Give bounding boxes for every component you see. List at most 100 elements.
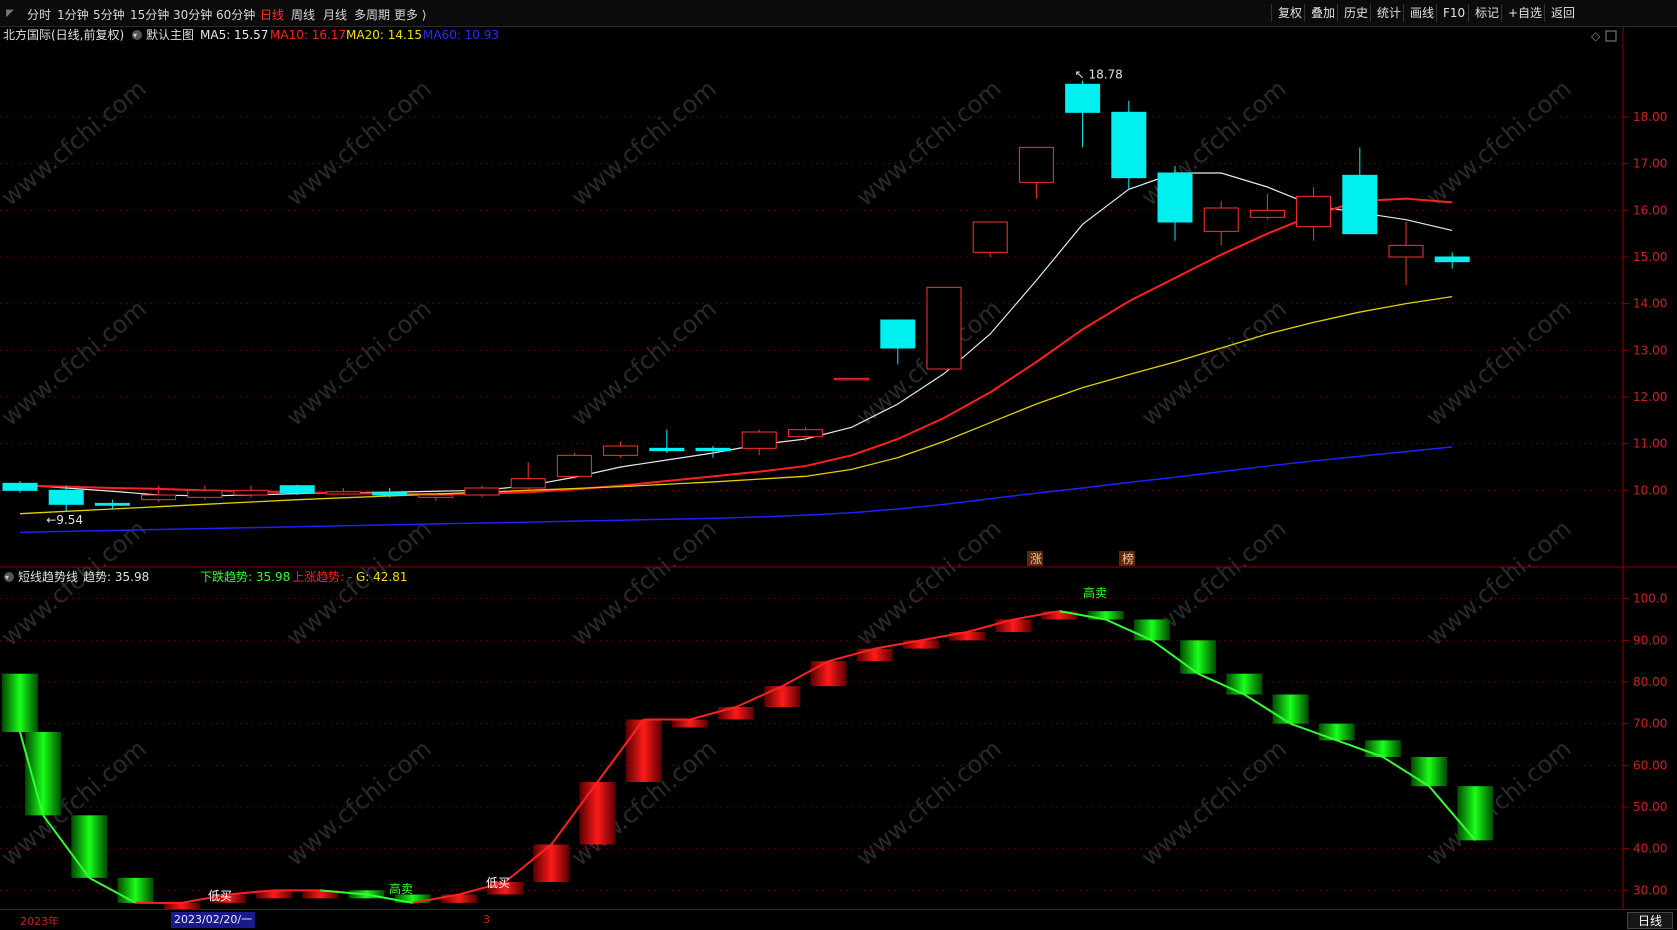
candle[interactable] xyxy=(48,485,84,512)
period-monthly[interactable]: 月线 xyxy=(323,6,347,23)
candle[interactable] xyxy=(325,488,361,495)
candle[interactable] xyxy=(834,377,870,381)
candle-body xyxy=(972,221,1008,253)
candle[interactable] xyxy=(1342,147,1378,235)
history-button[interactable]: 历史 xyxy=(1337,4,1368,22)
template-label: 默认主图 xyxy=(146,27,194,42)
period-5min[interactable]: 5分钟 xyxy=(93,6,125,23)
candle-body xyxy=(1342,174,1378,235)
candle[interactable] xyxy=(94,499,130,509)
indicator-bar-up xyxy=(949,632,986,641)
candle[interactable] xyxy=(1065,80,1101,148)
indicator-bar-up xyxy=(902,640,939,649)
indicator-bar-down xyxy=(71,815,108,878)
candle[interactable] xyxy=(1203,201,1239,246)
price-axis: 18.00 17.00 16.00 15.00 14.00 13.00 12.00 11.00… xyxy=(1623,110,1667,497)
candle[interactable] xyxy=(880,319,916,365)
candle-body xyxy=(325,491,361,495)
statistics-button[interactable]: 统计 xyxy=(1370,4,1401,22)
indicator-bar-up xyxy=(671,719,708,728)
top-toolbar: ◤ 分时 1分钟 5分钟 15分钟 30分钟 60分钟 日线 周线 月线 多周期… xyxy=(0,0,1677,27)
candle-body xyxy=(418,494,454,498)
cursor-date: 2023/02/20/一 xyxy=(171,912,256,928)
sub-panel[interactable]: 100.0 90.00 80.00 70.00 60.00 50.00 40.00 30.00… xyxy=(0,569,1667,909)
add-watchlist-button[interactable]: +自选 xyxy=(1501,4,1542,22)
indicator-tick-label: 40.00 xyxy=(1633,842,1667,856)
indicator-tick-label: 50.00 xyxy=(1633,800,1667,814)
candle-body xyxy=(510,478,546,489)
candle[interactable] xyxy=(1249,194,1285,220)
draw-line-button[interactable]: 画线 xyxy=(1403,4,1434,22)
candle-body xyxy=(279,485,315,494)
price-tick-label: 12.00 xyxy=(1633,390,1667,404)
candle[interactable] xyxy=(787,427,823,442)
candle[interactable] xyxy=(1018,146,1054,199)
candle-body xyxy=(834,377,870,381)
indicator-bar-up xyxy=(440,894,477,903)
ma10-label: MA10: 16.17 xyxy=(270,28,346,42)
watermark-text: www.cfchi.com xyxy=(1136,294,1292,431)
period-more[interactable]: 更多 ⟩ xyxy=(394,6,427,23)
corner-icon[interactable]: ◤ xyxy=(0,0,20,27)
candle[interactable] xyxy=(1296,187,1332,241)
candle[interactable] xyxy=(603,441,639,458)
candle[interactable] xyxy=(556,453,592,479)
time-axis-bar: 2023年 2023/02/20/一 3 日线 xyxy=(0,909,1677,930)
watermark-text: www.cfchi.com xyxy=(1421,74,1577,211)
period-daily[interactable]: 日线 xyxy=(260,6,284,23)
indicator-bar-down xyxy=(2,673,38,732)
f10-button[interactable]: F10 xyxy=(1436,4,1465,22)
watermark-text: www.cfchi.com xyxy=(281,74,437,211)
period-30min[interactable]: 30分钟 xyxy=(173,6,212,23)
indicator-tick-label: 100.0 xyxy=(1633,592,1667,606)
period-switch-button[interactable]: 日线 xyxy=(1627,912,1673,929)
period-fenshi[interactable]: 分时 xyxy=(27,6,51,23)
indicator-bar-up xyxy=(810,661,847,687)
candle[interactable] xyxy=(649,429,685,453)
candle[interactable] xyxy=(1157,166,1193,241)
chart-area[interactable]: www.cfchi.com www.cfchi.com www.cfchi.com w… xyxy=(0,27,1677,909)
period-1min[interactable]: 1分钟 xyxy=(57,6,89,23)
price-tick-label: 13.00 xyxy=(1633,343,1667,357)
window-icon[interactable] xyxy=(1605,30,1617,42)
candle[interactable] xyxy=(187,485,223,500)
candle[interactable] xyxy=(464,485,500,498)
candle-body xyxy=(556,454,592,477)
candle[interactable] xyxy=(1388,222,1424,285)
candles[interactable] xyxy=(2,80,1470,512)
diamond-icon[interactable]: ◇ xyxy=(1591,29,1601,43)
period-60min[interactable]: 60分钟 xyxy=(216,6,255,23)
indicator-bar-down xyxy=(1364,740,1401,757)
watermark-text: www.cfchi.com xyxy=(1421,514,1577,651)
candle-body xyxy=(1388,244,1424,258)
badge-bang[interactable]: 榜 xyxy=(1122,551,1134,566)
candle[interactable] xyxy=(1111,100,1147,190)
candle-body xyxy=(2,482,38,491)
overlay-button[interactable]: 叠加 xyxy=(1304,4,1335,22)
signal-high-sell-2: 高卖 xyxy=(1083,585,1107,600)
ma20-label: MA20: 14.15 xyxy=(346,28,422,42)
candle[interactable] xyxy=(926,286,962,370)
watermark-text: www.cfchi.com xyxy=(1136,734,1292,871)
candle[interactable] xyxy=(741,429,777,456)
mark-button[interactable]: 标记 xyxy=(1468,4,1499,22)
candle[interactable] xyxy=(2,481,38,493)
candle[interactable] xyxy=(510,462,546,491)
ma60-label: MA60: 10.93 xyxy=(423,28,499,42)
candle[interactable] xyxy=(1434,252,1470,269)
period-multi[interactable]: 多周期 xyxy=(354,6,390,23)
back-button[interactable]: 返回 xyxy=(1544,4,1575,22)
year-label: 2023年 xyxy=(20,915,59,928)
period-weekly[interactable]: 周线 xyxy=(291,6,315,23)
badge-zhang[interactable]: 涨 xyxy=(1030,551,1042,566)
watermark-text: www.cfchi.com xyxy=(281,734,437,871)
indicator-bar-down xyxy=(1457,786,1494,841)
candle[interactable] xyxy=(695,446,731,458)
candle[interactable] xyxy=(972,221,1008,257)
period-15min[interactable]: 15分钟 xyxy=(130,6,169,23)
trend-value: 趋势: 35.98 xyxy=(83,570,149,584)
candle-body xyxy=(787,429,823,438)
watermark-text: www.cfchi.com xyxy=(0,294,152,431)
restore-rights-button[interactable]: 复权 xyxy=(1271,4,1302,22)
event-badges[interactable]: 涨 榜 xyxy=(1027,551,1135,566)
